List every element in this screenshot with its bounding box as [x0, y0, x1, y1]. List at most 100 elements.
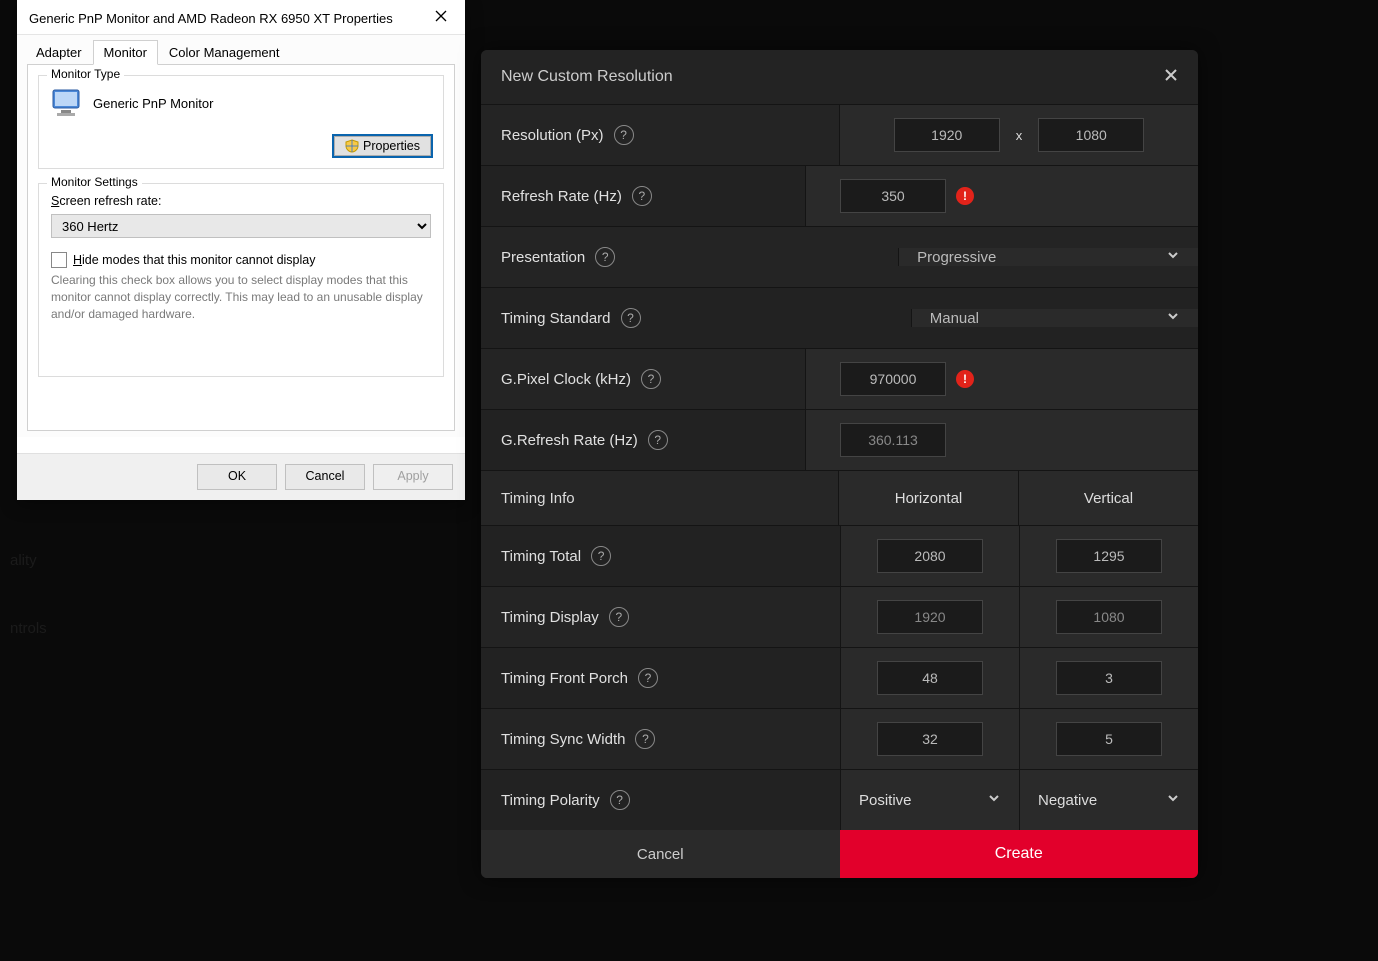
timing-display-h-input [877, 600, 983, 634]
timing-display-v-input [1056, 600, 1162, 634]
timing-standard-label: Timing Standard [501, 310, 611, 327]
hide-modes-help: Clearing this check box allows you to se… [51, 272, 431, 322]
properties-button-label: Properties [363, 139, 420, 153]
help-icon[interactable]: ? [635, 729, 655, 749]
polarity-v-dropdown[interactable]: Negative [1038, 792, 1097, 809]
monitor-settings-fieldset: Monitor Settings Screen refresh rate: 36… [38, 183, 444, 377]
timing-standard-value: Manual [930, 310, 979, 327]
panel-header: New Custom Resolution [481, 50, 1198, 104]
dialog-titlebar: Generic PnP Monitor and AMD Radeon RX 69… [17, 0, 465, 34]
resolution-height-input[interactable] [1038, 118, 1144, 152]
cancel-button[interactable]: Cancel [481, 830, 840, 878]
resolution-width-input[interactable] [894, 118, 1000, 152]
row-presentation: Presentation ? Progressive [481, 226, 1198, 287]
row-timing-standard: Timing Standard ? Manual [481, 287, 1198, 348]
dialog-body: Adapter Monitor Color Management Monitor… [17, 34, 465, 437]
row-timing-sync-width: Timing Sync Width ? [481, 708, 1198, 769]
timing-display-label: Timing Display [501, 609, 599, 626]
hide-modes-checkbox[interactable] [51, 252, 67, 268]
properties-button[interactable]: Properties [334, 136, 431, 156]
monitor-properties-dialog: Generic PnP Monitor and AMD Radeon RX 69… [17, 0, 465, 500]
monitor-name: Generic PnP Monitor [93, 96, 213, 111]
monitor-type-label: Monitor Type [47, 67, 124, 81]
apply-button[interactable]: Apply [373, 464, 453, 490]
panel-footer: Cancel Create [481, 830, 1198, 878]
presentation-label: Presentation [501, 249, 585, 266]
row-g-refresh: G.Refresh Rate (Hz) ? [481, 409, 1198, 470]
cancel-button[interactable]: Cancel [285, 464, 365, 490]
create-button[interactable]: Create [840, 830, 1199, 878]
tab-adapter[interactable]: Adapter [25, 40, 93, 65]
help-icon[interactable]: ? [610, 790, 630, 810]
monitor-type-fieldset: Monitor Type Generic PnP Monitor [38, 75, 444, 169]
g-refresh-input [840, 423, 946, 457]
panel-title: New Custom Resolution [501, 68, 673, 86]
timing-total-v-input[interactable] [1056, 539, 1162, 573]
timing-info-label: Timing Info [481, 471, 838, 525]
tab-monitor[interactable]: Monitor [93, 40, 158, 65]
tab-panel-monitor: Monitor Type Generic PnP Monitor [27, 64, 455, 431]
front-porch-v-input[interactable] [1056, 661, 1162, 695]
polarity-h-dropdown[interactable]: Positive [859, 792, 912, 809]
warning-icon: ! [956, 187, 974, 205]
chevron-down-icon [1166, 791, 1180, 809]
horizontal-col-label: Horizontal [838, 471, 1018, 525]
bg-ghost-text: ntrols [10, 620, 47, 637]
row-timing-total: Timing Total ? [481, 525, 1198, 586]
chevron-down-icon [1166, 248, 1180, 266]
refresh-rate-select[interactable]: 360 Hertz [51, 214, 431, 238]
monitor-settings-label: Monitor Settings [47, 175, 142, 189]
presentation-dropdown[interactable]: Progressive [898, 248, 1198, 266]
tab-strip: Adapter Monitor Color Management [25, 40, 455, 65]
chevron-down-icon [987, 791, 1001, 809]
help-icon[interactable]: ? [609, 607, 629, 627]
resolution-x-label: x [1016, 128, 1023, 143]
refresh-rate-input[interactable] [840, 179, 946, 213]
dialog-title: Generic PnP Monitor and AMD Radeon RX 69… [29, 11, 393, 26]
help-icon[interactable]: ? [614, 125, 634, 145]
resolution-label: Resolution (Px) [501, 127, 604, 144]
row-refresh-rate: Refresh Rate (Hz) ? ! [481, 165, 1198, 226]
hide-modes-row: Hide modes that this monitor cannot disp… [51, 252, 431, 268]
help-icon[interactable]: ? [591, 546, 611, 566]
pixel-clock-input[interactable] [840, 362, 946, 396]
timing-sync-width-label: Timing Sync Width [501, 731, 625, 748]
timing-polarity-label: Timing Polarity [501, 792, 600, 809]
refresh-rate-label: Screen refresh rate: [51, 194, 431, 208]
help-icon[interactable]: ? [648, 430, 668, 450]
timing-total-label: Timing Total [501, 548, 581, 565]
pixel-clock-label: G.Pixel Clock (kHz) [501, 371, 631, 388]
dialog-footer: OK Cancel Apply [17, 453, 465, 500]
g-refresh-label: G.Refresh Rate (Hz) [501, 432, 638, 449]
row-resolution: Resolution (Px) ? x [481, 104, 1198, 165]
ok-button[interactable]: OK [197, 464, 277, 490]
presentation-value: Progressive [917, 249, 996, 266]
row-timing-front-porch: Timing Front Porch ? [481, 647, 1198, 708]
help-icon[interactable]: ? [621, 308, 641, 328]
custom-resolution-panel: New Custom Resolution Resolution (Px) ? … [481, 50, 1198, 878]
shield-icon [345, 139, 359, 153]
timing-total-h-input[interactable] [877, 539, 983, 573]
sync-width-v-input[interactable] [1056, 722, 1162, 756]
tab-color-management[interactable]: Color Management [158, 40, 291, 65]
monitor-row: Generic PnP Monitor [51, 88, 431, 118]
close-icon[interactable] [1164, 68, 1178, 86]
refresh-rate-label: Refresh Rate (Hz) [501, 188, 622, 205]
warning-icon: ! [956, 370, 974, 388]
sync-width-h-input[interactable] [877, 722, 983, 756]
close-icon[interactable] [427, 8, 455, 28]
chevron-down-icon [1166, 309, 1180, 327]
help-icon[interactable]: ? [632, 186, 652, 206]
help-icon[interactable]: ? [595, 247, 615, 267]
help-icon[interactable]: ? [641, 369, 661, 389]
timing-front-porch-label: Timing Front Porch [501, 670, 628, 687]
help-icon[interactable]: ? [638, 668, 658, 688]
timing-standard-dropdown[interactable]: Manual [911, 309, 1198, 327]
bg-ghost-text: ality [10, 552, 37, 569]
row-timing-display: Timing Display ? [481, 586, 1198, 647]
row-pixel-clock: G.Pixel Clock (kHz) ? ! [481, 348, 1198, 409]
timing-info-header: Timing Info Horizontal Vertical [481, 470, 1198, 525]
front-porch-h-input[interactable] [877, 661, 983, 695]
monitor-icon [51, 88, 83, 118]
hide-modes-label: Hide modes that this monitor cannot disp… [73, 253, 316, 267]
